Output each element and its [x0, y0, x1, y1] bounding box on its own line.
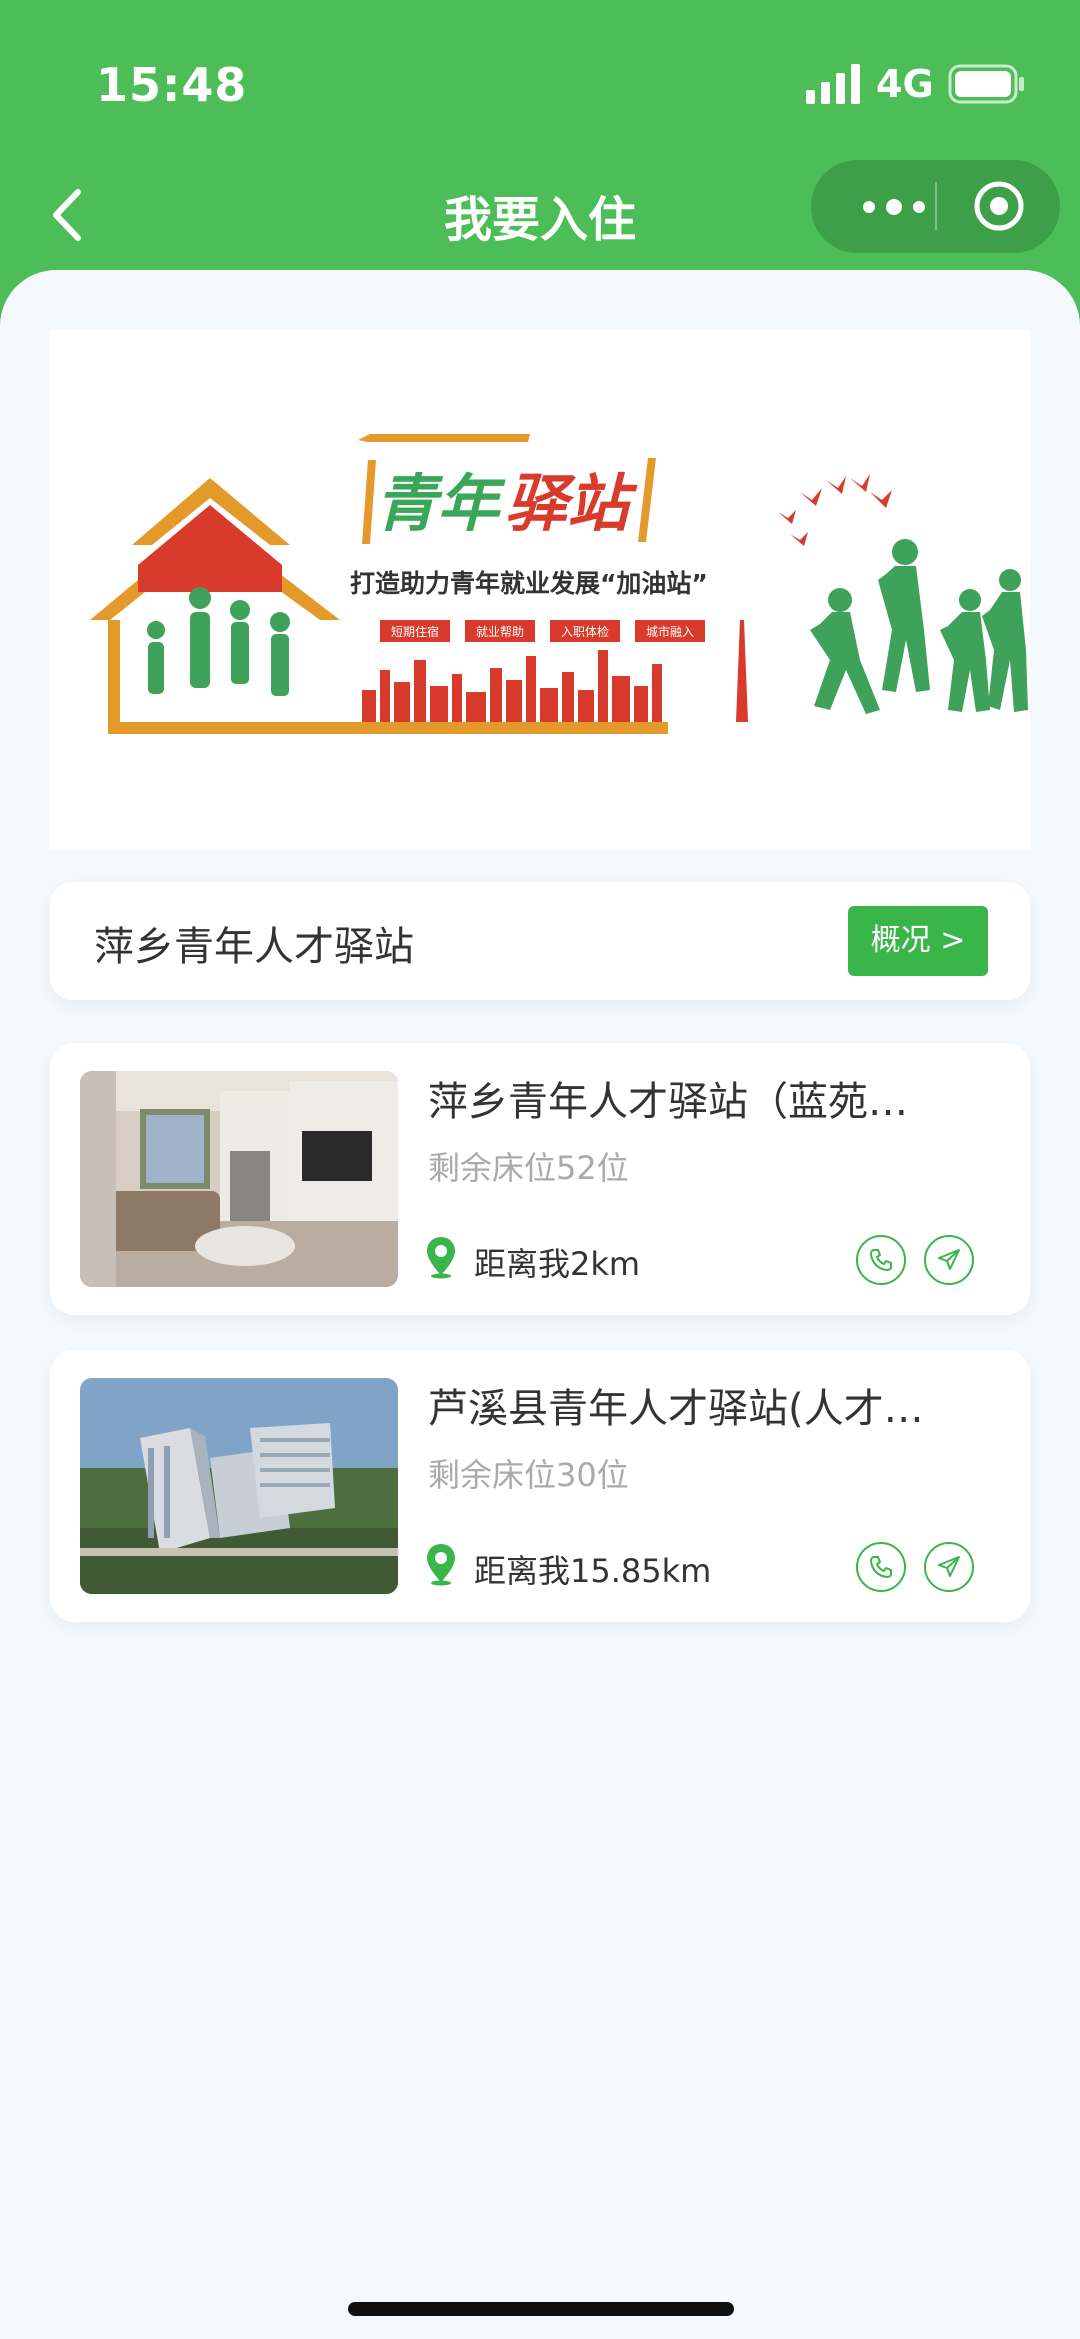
- location-pin-icon: [427, 1544, 455, 1586]
- listing-card[interactable]: 萍乡青年人才驿站（蓝苑… 剩余床位52位 距离我2km: [50, 1043, 1030, 1315]
- more-dots-icon[interactable]: [849, 190, 939, 224]
- banner-tag-2: 就业帮助: [476, 625, 524, 639]
- station-name: 萍乡青年人才驿站: [94, 924, 414, 970]
- send-arrow-icon: [938, 1249, 960, 1270]
- network-type: 4G: [876, 62, 934, 106]
- home-indicator: [348, 2302, 734, 2316]
- status-time: 15:48: [96, 58, 248, 112]
- capsule-divider: [935, 182, 937, 230]
- banner-tag-4: 城市融入: [646, 624, 694, 639]
- listing-card[interactable]: 芦溪县青年人才驿站(人才… 剩余床位30位 距离我15.85km: [50, 1350, 1030, 1622]
- listing-title: 萍乡青年人才驿站（蓝苑…: [428, 1079, 908, 1125]
- banner-illustration: 青年 驿站 打造助力青年就业发展“加油站” 短期住宿 就业帮助 入职体检 城市融…: [90, 434, 1028, 734]
- navigate-button[interactable]: [924, 1542, 974, 1592]
- station-header: 萍乡青年人才驿站 概况 >: [50, 882, 1030, 1000]
- banner-image[interactable]: 青年 驿站 打造助力青年就业发展“加油站” 短期住宿 就业帮助 入职体检 城市融…: [50, 330, 1030, 850]
- listing-photo-building: [80, 1378, 398, 1594]
- banner-title-2: 驿站: [505, 467, 638, 540]
- call-button[interactable]: [856, 1235, 906, 1285]
- target-circle-icon[interactable]: [971, 178, 1027, 234]
- phone-icon: [870, 1556, 892, 1578]
- send-arrow-icon: [938, 1556, 960, 1577]
- listing-distance: 距离我15.85km: [474, 1552, 712, 1590]
- mini-program-capsule: [811, 160, 1060, 253]
- listing-title: 芦溪县青年人才驿站(人才…: [428, 1386, 924, 1432]
- phone-icon: [870, 1249, 892, 1271]
- call-button[interactable]: [856, 1542, 906, 1592]
- listing-beds: 剩余床位30位: [428, 1456, 629, 1494]
- location-pin-icon: [427, 1237, 455, 1279]
- banner-tag-1: 短期住宿: [391, 624, 439, 639]
- signal-icon: [806, 64, 860, 104]
- listing-beds: 剩余床位52位: [428, 1149, 629, 1187]
- listing-distance: 距离我2km: [474, 1245, 641, 1283]
- listing-photo-room: [80, 1071, 398, 1287]
- status-bar: 15:48 4G: [0, 0, 1080, 160]
- navigate-button[interactable]: [924, 1235, 974, 1285]
- banner-slogan: 打造助力青年就业发展“加油站”: [350, 569, 708, 598]
- nav-bar: 我要入住: [0, 160, 1080, 270]
- banner-title-1: 青年: [375, 467, 506, 540]
- battery-icon: [948, 64, 1024, 104]
- page-content: 青年 驿站 打造助力青年就业发展“加油站” 短期住宿 就业帮助 入职体检 城市融…: [0, 270, 1080, 2339]
- overview-button[interactable]: 概况 >: [848, 906, 988, 976]
- banner-tag-3: 入职体检: [561, 624, 609, 639]
